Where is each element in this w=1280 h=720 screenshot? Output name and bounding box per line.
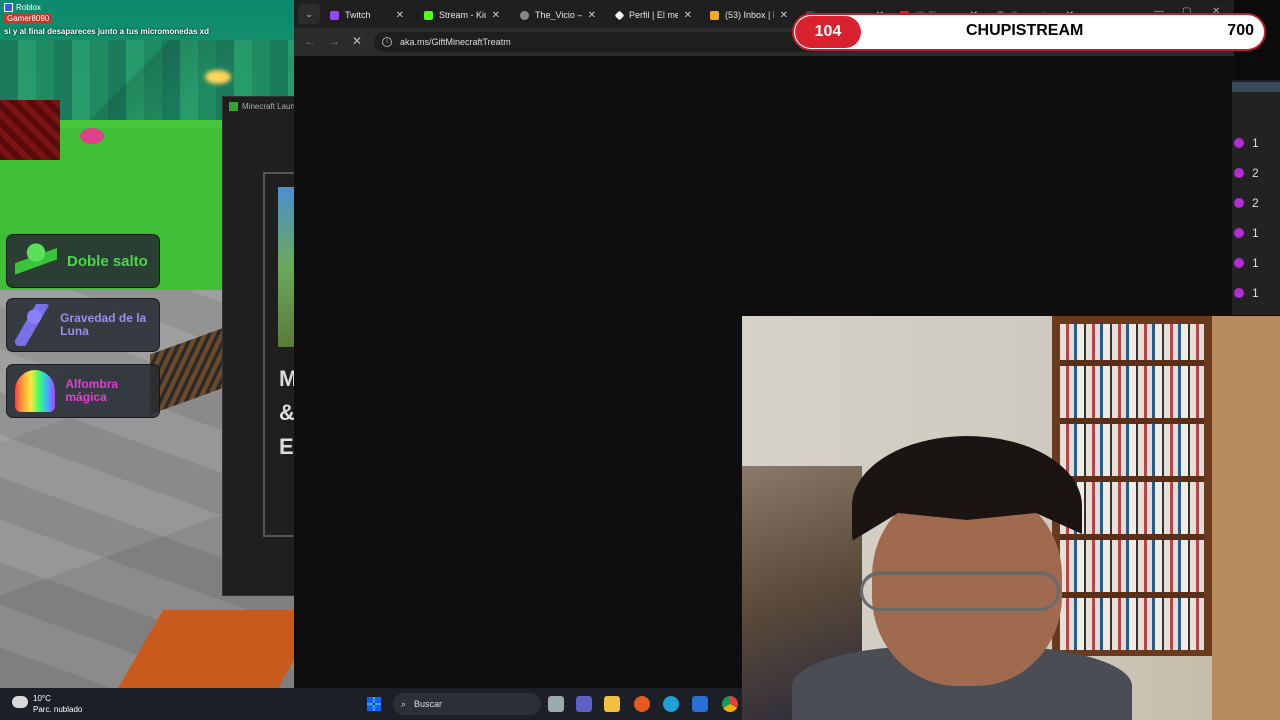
search-placeholder: Buscar (414, 699, 443, 709)
weather-description[interactable]: Parc. nublado (33, 705, 82, 714)
sparkle (205, 70, 231, 84)
teams-icon[interactable] (576, 696, 592, 712)
glasses (860, 571, 1060, 611)
rainbow-carpet-icon (15, 370, 56, 412)
list-item: 1 (1232, 285, 1280, 301)
door (1212, 316, 1280, 720)
purple-dot-icon (1234, 288, 1244, 298)
weather-temperature[interactable]: 10°C (33, 694, 51, 703)
tab-perfil[interactable]: Perfil | El mej ✕ (610, 4, 698, 26)
list-item: 1 (1232, 255, 1280, 271)
chat-username: Gamer8090 (4, 14, 53, 23)
stop-loading-icon[interactable]: ✕ (352, 34, 362, 48)
address-bar[interactable]: i aka.ms/GiftMinecraftTreatm (374, 32, 834, 52)
firefox-icon[interactable] (634, 696, 650, 712)
roblox-title-text: Roblox (16, 3, 41, 12)
purple-dot-icon (1234, 258, 1244, 268)
list-value: 1 (1252, 226, 1259, 240)
roblox-window-title: Roblox (4, 3, 41, 12)
list-value: 2 (1252, 166, 1259, 180)
close-icon[interactable]: ✕ (684, 10, 692, 21)
site-info-icon[interactable]: i (382, 37, 392, 47)
tab-title: Stream - Kick (439, 10, 486, 20)
edge-icon[interactable] (663, 696, 679, 712)
channel-name: CHUPISTREAM (966, 22, 1084, 39)
diamond-icon (614, 10, 625, 20)
powerup-magic-carpet[interactable]: Alfombra mágica (6, 364, 160, 418)
tab-the-vicio[interactable]: The_Vicio — ✕ (514, 4, 602, 26)
twitch-icon (330, 10, 339, 20)
tab-title: Perfil | El mej (629, 10, 678, 20)
back-icon[interactable]: ← (304, 34, 316, 48)
list-item: 2 (1232, 165, 1280, 181)
minecraft-icon (229, 102, 238, 111)
powerup-label: Doble salto (67, 252, 148, 270)
purple-dot-icon (1234, 138, 1244, 148)
outlook-icon[interactable] (692, 696, 708, 712)
close-icon[interactable]: ✕ (396, 10, 404, 21)
windows-start-icon[interactable] (367, 697, 381, 711)
list-value: 1 (1252, 136, 1259, 150)
chrome-icon[interactable] (722, 696, 738, 712)
tab-title: Twitch (345, 10, 371, 20)
purple-dot-icon (1234, 198, 1244, 208)
minecraft-launcher-window[interactable]: Minecraft Launcher M & E (222, 96, 310, 596)
counter-right-value: 700 (1227, 22, 1254, 39)
tab-title: (53) Inbox | D (725, 10, 774, 20)
books (1060, 324, 1204, 650)
roblox-logo-icon (4, 3, 13, 12)
red-block (0, 100, 60, 160)
stream-counter-bar: 104 CHUPISTREAM 700 (792, 13, 1266, 51)
flower (80, 128, 104, 144)
cloud-icon[interactable] (12, 696, 28, 708)
list-item: 1 (1232, 135, 1280, 151)
taskbar-search[interactable]: ⌕ Buscar (393, 693, 541, 715)
file-explorer-icon[interactable] (604, 696, 620, 712)
close-icon[interactable]: ✕ (492, 10, 500, 21)
purple-dot-icon (1234, 168, 1244, 178)
list-value: 2 (1252, 196, 1259, 210)
mail-icon (710, 10, 719, 20)
windows-taskbar: 10°C Parc. nublado ⌕ Buscar (0, 688, 742, 720)
jump-icon (15, 240, 57, 282)
powerup-double-jump[interactable]: Doble salto (6, 234, 160, 288)
search-icon: ⌕ (401, 698, 407, 709)
forward-icon[interactable]: → (328, 34, 340, 48)
side-list-header (1232, 82, 1280, 92)
counter-left-value: 104 (795, 16, 861, 48)
moon-gravity-icon (15, 304, 51, 346)
close-icon[interactable]: ✕ (780, 10, 788, 21)
tab-search-button[interactable]: ⌄ (298, 4, 320, 24)
close-icon[interactable]: ✕ (588, 10, 596, 21)
url-text: aka.ms/GiftMinecraftTreatm (400, 37, 511, 47)
list-item: 2 (1232, 195, 1280, 211)
tab-twitch[interactable]: Twitch ✕ (324, 4, 410, 26)
chat-message: si y al final desapareces junto a tus mi… (4, 27, 209, 36)
tab-title: The_Vicio — (535, 10, 582, 20)
webcam-feed (742, 316, 1280, 720)
kick-icon (424, 10, 433, 20)
list-item: 1 (1232, 225, 1280, 241)
powerup-moon-gravity[interactable]: Gravedad de la Luna (6, 298, 160, 352)
list-value: 1 (1252, 256, 1259, 270)
tab-inbox[interactable]: (53) Inbox | D ✕ (704, 4, 794, 26)
side-leaderboard: 1 2 2 1 1 1 (1232, 80, 1280, 315)
list-value: 1 (1252, 286, 1259, 300)
powerup-label: Alfombra mágica (65, 377, 119, 404)
tab-kick[interactable]: Stream - Kick ✕ (418, 4, 506, 26)
task-view-icon[interactable] (548, 696, 564, 712)
powerup-label: Gravedad de la Luna (60, 311, 147, 338)
globe-icon (520, 10, 529, 20)
purple-dot-icon (1234, 228, 1244, 238)
